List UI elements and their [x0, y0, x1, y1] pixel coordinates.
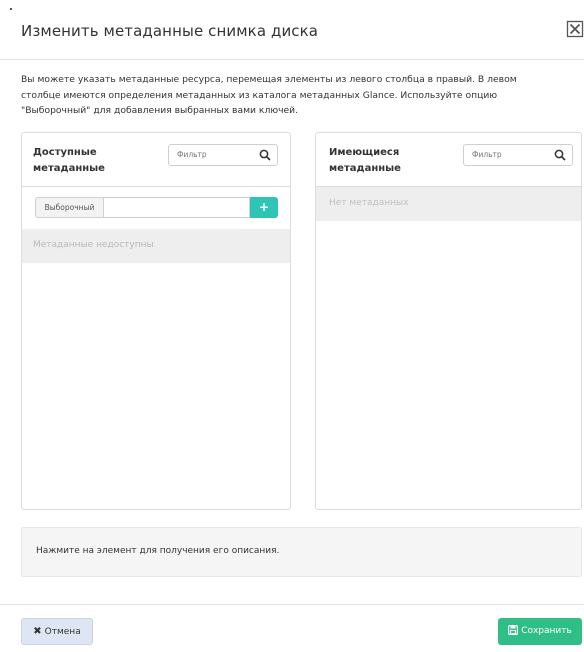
- close-x-icon: ✖: [33, 626, 42, 637]
- modal-title: Изменить метаданные снимка диска: [21, 22, 319, 40]
- existing-title-line-1: Имеющиеся: [329, 147, 400, 158]
- cancel-label: Отмена: [44, 627, 81, 637]
- footer-divider: [0, 604, 584, 605]
- available-filter-input[interactable]: [177, 150, 247, 159]
- search-icon[interactable]: [554, 149, 566, 161]
- help-text: Вы можете указать метаданные ресурса, пе…: [21, 72, 571, 119]
- existing-empty-row: Нет метаданных: [316, 187, 581, 221]
- help-line-1: Вы можете указать метаданные ресурса, пе…: [21, 74, 517, 85]
- existing-panel-title: Имеющиеся метаданные: [329, 145, 439, 177]
- custom-key-row: Выборочный +: [35, 197, 278, 218]
- custom-key-label: Выборочный: [35, 197, 103, 218]
- custom-key-input[interactable]: [103, 197, 250, 218]
- available-empty-text: Метаданные недоступны: [33, 240, 154, 250]
- available-filter[interactable]: [168, 144, 278, 166]
- existing-metadata-panel: Имеющиеся метаданные Нет метаданных: [315, 132, 582, 510]
- help-line-3: "Выборочный" для добавления выбранных ва…: [21, 105, 299, 117]
- help-line-2: столбце имеются определения метаданных и…: [21, 89, 498, 101]
- description-text: Нажмите на элемент для получения его опи…: [36, 546, 280, 556]
- available-panel-title: Доступные метаданные: [33, 145, 143, 177]
- save-button[interactable]: Сохранить: [498, 618, 582, 645]
- save-label: Сохранить: [521, 626, 572, 636]
- close-button[interactable]: [566, 20, 584, 38]
- existing-empty-text: Нет метаданных: [329, 198, 409, 208]
- plus-icon: +: [258, 200, 270, 214]
- existing-panel-header: Имеющиеся метаданные: [316, 133, 581, 187]
- available-title-line-1: Доступные: [33, 147, 97, 158]
- available-panel-header: Доступные метаданные: [22, 133, 290, 187]
- description-box: Нажмите на элемент для получения его опи…: [21, 527, 582, 577]
- floppy-disk-icon: [508, 624, 519, 635]
- close-icon: [566, 20, 584, 38]
- existing-title-line-2: метаданные: [329, 163, 401, 174]
- search-icon[interactable]: [259, 149, 271, 161]
- existing-filter-input[interactable]: [472, 150, 542, 159]
- available-title-line-2: метаданные: [33, 163, 105, 174]
- add-custom-key-button[interactable]: +: [250, 197, 278, 218]
- modal-header: Изменить метаданные снимка диска: [0, 0, 584, 60]
- existing-filter[interactable]: [463, 144, 573, 166]
- available-metadata-panel: Доступные метаданные Выборочный + Метада…: [21, 132, 291, 510]
- cancel-button[interactable]: ✖ Отмена: [21, 618, 93, 645]
- available-empty-row: Метаданные недоступны: [22, 229, 290, 263]
